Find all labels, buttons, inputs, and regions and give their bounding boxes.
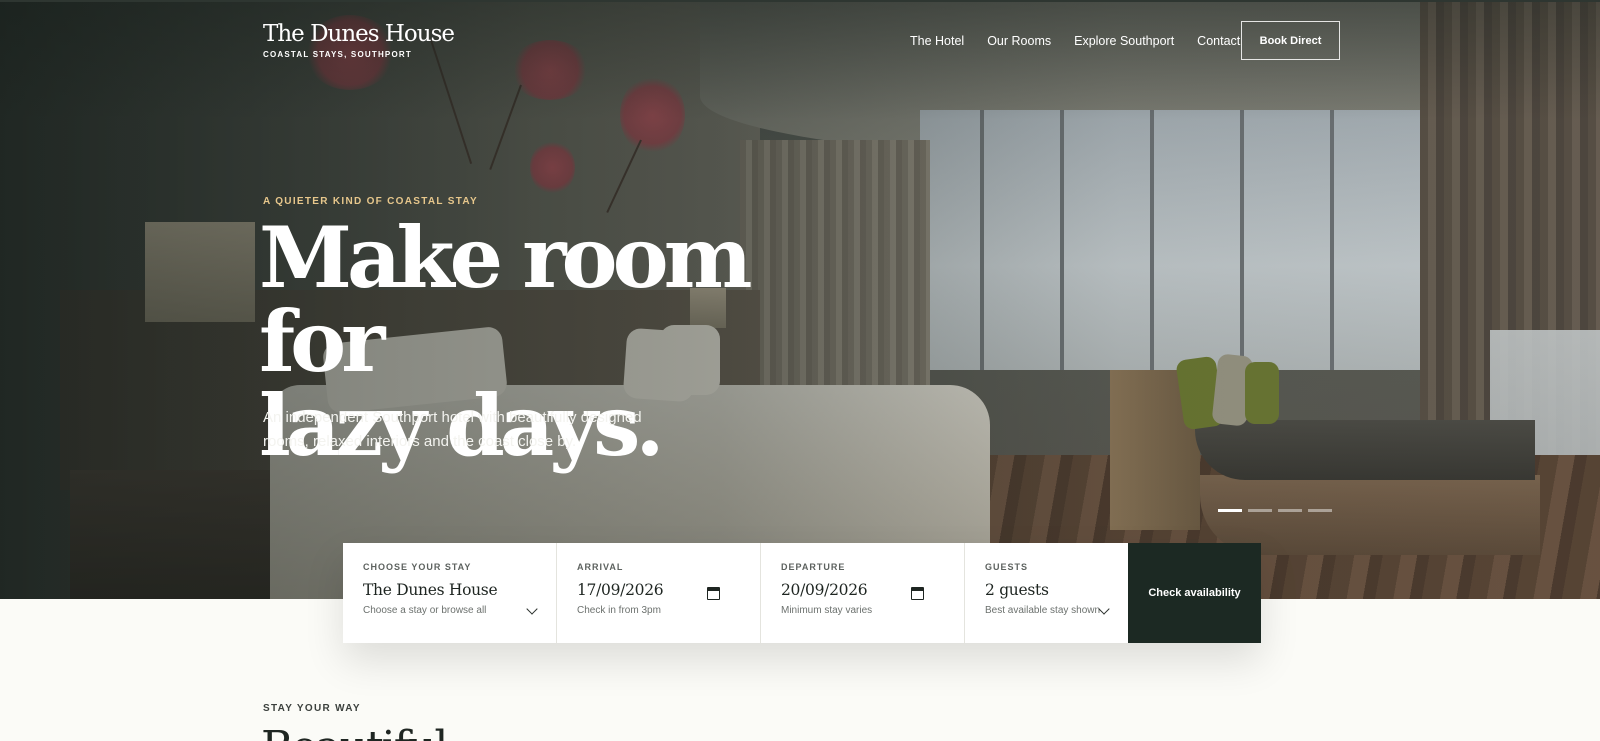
slider-dot-2[interactable] (1248, 509, 1272, 512)
guests-select[interactable]: GUESTS 2 guests Best available stay show… (965, 543, 1128, 643)
slider-dots (1218, 509, 1332, 512)
stay-select[interactable]: CHOOSE YOUR STAY The Dunes House Choose … (343, 543, 557, 643)
stay-hint: Choose a stay or browse all (363, 605, 487, 616)
guests-label: GUESTS (985, 562, 1029, 572)
logo-subtitle: COASTAL STAYS, SOUTHPORT (263, 50, 412, 59)
calendar-icon[interactable] (707, 587, 720, 600)
arrival-hint: Check in from 3pm (577, 605, 661, 616)
nav-link-explore-southport[interactable]: Explore Southport (1074, 34, 1174, 48)
arrival-label: ARRIVAL (577, 562, 624, 572)
nav-link-our-rooms[interactable]: Our Rooms (987, 34, 1051, 48)
site-logo[interactable]: The Dunes House COASTAL STAYS, SOUTHPORT (263, 20, 455, 59)
hero-top-shade (0, 0, 1600, 120)
departure-hint: Minimum stay varies (781, 605, 873, 616)
departure-date-field[interactable]: DEPARTURE 20/09/2026 Minimum stay varies (761, 543, 965, 643)
hero-eyebrow: A QUIETER KIND OF COASTAL STAY (263, 196, 478, 207)
arrival-date-field[interactable]: ARRIVAL 17/09/2026 Check in from 3pm (557, 543, 761, 643)
guests-value: 2 guests (985, 581, 1049, 599)
stay-value: The Dunes House (363, 581, 498, 599)
hero-topline (0, 0, 1600, 2)
slider-dot-3[interactable] (1278, 509, 1302, 512)
booking-bar: CHOOSE YOUR STAY The Dunes House Choose … (343, 543, 1261, 643)
logo-title: The Dunes House (263, 21, 455, 47)
stay-label: CHOOSE YOUR STAY (363, 562, 472, 572)
main-nav: The Hotel Our Rooms Explore Southport Co… (910, 34, 1263, 48)
slider-dot-1[interactable] (1218, 509, 1242, 512)
section-title: Beautiful (261, 722, 448, 741)
book-direct-button[interactable]: Book Direct (1241, 21, 1340, 60)
calendar-icon[interactable] (911, 587, 924, 600)
nav-link-contact[interactable]: Contact (1197, 34, 1240, 48)
guests-hint: Best available stay shown (985, 605, 1101, 616)
slider-dot-4[interactable] (1308, 509, 1332, 512)
hero-subtext: An independent Southport hotel with beau… (263, 409, 642, 450)
hero-headline-line-1: Make room for (259, 208, 753, 391)
nav-link-the-hotel[interactable]: The Hotel (910, 34, 964, 48)
section-eyebrow: STAY YOUR WAY (263, 703, 361, 714)
departure-label: DEPARTURE (781, 562, 846, 572)
check-availability-button[interactable]: Check availability (1128, 543, 1261, 643)
